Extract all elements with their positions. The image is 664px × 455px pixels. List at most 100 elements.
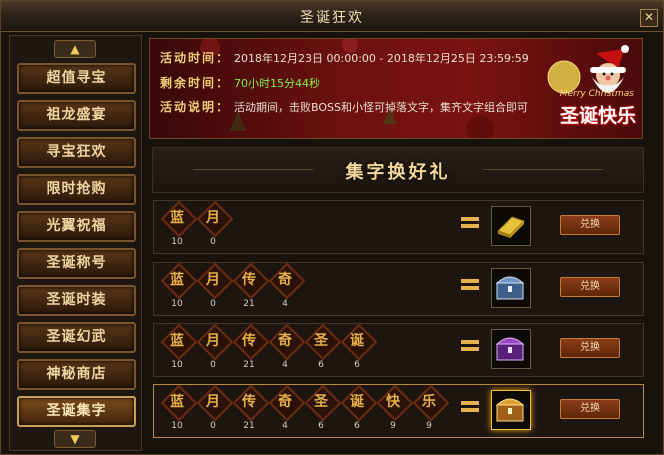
character-glyph: 蓝: [170, 272, 184, 288]
sidebar-item[interactable]: 光翼祝福: [17, 211, 136, 242]
exchange-button[interactable]: 兑换: [560, 277, 620, 297]
title-bar: 圣诞狂欢 ✕: [1, 1, 663, 32]
character-item[interactable]: 蓝 10: [160, 384, 198, 434]
section-title: 集字换好礼: [345, 162, 451, 183]
equals-icon: [461, 401, 479, 413]
silver-chest-icon[interactable]: [491, 268, 531, 308]
remaining-time-label: 剩余时间：: [160, 76, 231, 90]
scroll-down-button[interactable]: ▼: [54, 430, 96, 448]
character-glyph: 奇: [278, 333, 292, 349]
sidebar-item[interactable]: 神秘商店: [17, 359, 136, 390]
character-count: 0: [210, 237, 216, 247]
character-glyph: 月: [206, 210, 220, 226]
character-count: 21: [243, 299, 255, 309]
equals-icon: [461, 340, 479, 352]
sidebar-item[interactable]: 圣诞集字: [17, 396, 136, 427]
event-time-value: 2018年12月23日 00:00:00 - 2018年12月25日 23:59…: [234, 52, 529, 65]
character-item[interactable]: 蓝 10: [160, 200, 198, 250]
character-count: 0: [210, 421, 216, 431]
equals-icon: [461, 217, 479, 229]
sidebar-item[interactable]: 限时抢购: [17, 174, 136, 205]
character-glyph: 蓝: [170, 394, 184, 410]
event-time-label: 活动时间：: [160, 51, 231, 65]
event-desc-line: 活动说明：活动期间，击败BOSS和小怪可掉落文字，集齐文字组合即可兑换相应的奖励: [160, 98, 528, 114]
gold-chest-icon[interactable]: [491, 390, 531, 430]
character-count: 10: [171, 237, 183, 247]
sidebar-item[interactable]: 圣诞时装: [17, 285, 136, 316]
character-count: 6: [318, 360, 324, 370]
character-count: 6: [318, 421, 324, 431]
character-glyph: 月: [206, 394, 220, 410]
event-banner: 活动时间： 2018年12月23日 00:00:00 - 2018年12月25日 …: [149, 38, 643, 139]
equals-icon: [461, 279, 479, 291]
character-glyph: 传: [242, 394, 256, 410]
character-item[interactable]: 月0: [196, 323, 234, 373]
sidebar-item[interactable]: 寻宝狂欢: [17, 137, 136, 168]
exchange-row: 蓝 10 月 0 兑换: [153, 200, 644, 254]
character-glyph: 快: [386, 394, 400, 410]
character-item[interactable]: 月0: [196, 262, 234, 312]
character-item[interactable]: 奇4: [268, 262, 306, 312]
character-item[interactable]: 传 21: [232, 323, 270, 373]
character-count: 10: [171, 421, 183, 431]
character-item[interactable]: 月0: [196, 384, 234, 434]
character-item[interactable]: 传 21: [232, 262, 270, 312]
character-count: 4: [282, 421, 288, 431]
character-item[interactable]: 奇4: [268, 323, 306, 373]
scroll-up-button[interactable]: ▲: [54, 40, 96, 58]
character-item[interactable]: 诞6: [340, 384, 378, 434]
character-glyph: 诞: [350, 333, 364, 349]
exchange-button[interactable]: 兑换: [560, 338, 620, 358]
remaining-time-value: 70小时15分44秒: [234, 77, 321, 90]
merry-christmas-text: Merry Christmas: [559, 89, 634, 99]
character-glyph: 月: [206, 333, 220, 349]
character-glyph: 奇: [278, 272, 292, 288]
character-glyph: 乐: [422, 394, 436, 410]
character-glyph: 传: [242, 272, 256, 288]
exchange-button[interactable]: 兑换: [560, 215, 620, 235]
event-window: 圣诞狂欢 ✕ ▲ 超值寻宝祖龙盛宴寻宝狂欢限时抢购光翼祝福圣诞称号圣诞时装圣诞幻…: [0, 0, 664, 455]
character-item[interactable]: 蓝 10: [160, 262, 198, 312]
character-glyph: 月: [206, 272, 220, 288]
character-item[interactable]: 乐9: [412, 384, 450, 434]
sidebar-item[interactable]: 圣诞幻武: [17, 322, 136, 353]
purple-chest-icon[interactable]: [491, 329, 531, 369]
character-item[interactable]: 蓝 10: [160, 323, 198, 373]
character-item[interactable]: 诞6: [340, 323, 378, 373]
christmas-greeting: 圣诞快乐: [559, 105, 636, 127]
character-count: 10: [171, 360, 183, 370]
sidebar-nav: ▲ 超值寻宝祖龙盛宴寻宝狂欢限时抢购光翼祝福圣诞称号圣诞时装圣诞幻武神秘商店圣诞…: [9, 35, 142, 451]
character-count: 9: [426, 421, 432, 431]
character-item[interactable]: 圣6: [304, 323, 342, 373]
character-count: 21: [243, 360, 255, 370]
close-button[interactable]: ✕: [640, 9, 658, 27]
character-count: 21: [243, 421, 255, 431]
character-glyph: 蓝: [170, 210, 184, 226]
sidebar-item[interactable]: 超值寻宝: [17, 63, 136, 94]
section-header: 集字换好礼: [152, 147, 644, 193]
window-title: 圣诞狂欢: [300, 10, 364, 26]
character-item[interactable]: 月0: [196, 200, 234, 250]
gold-bar-icon[interactable]: [491, 206, 531, 246]
event-desc-value: 活动期间，击败BOSS和小怪可掉落文字，集齐文字组合即可兑换相应的奖励: [234, 101, 528, 114]
character-item[interactable]: 传 21: [232, 384, 270, 434]
character-glyph: 诞: [350, 394, 364, 410]
character-item[interactable]: 快9: [376, 384, 414, 434]
character-glyph: 圣: [314, 333, 328, 349]
remaining-time-line: 剩余时间： 70小时15分44秒: [160, 74, 320, 90]
exchange-row: 蓝 10 月 0 传 21 奇 4 圣 6 诞 6 兑换: [153, 323, 644, 377]
character-glyph: 蓝: [170, 333, 184, 349]
character-count: 6: [354, 421, 360, 431]
character-glyph: 传: [242, 333, 256, 349]
event-desc-label: 活动说明：: [160, 100, 231, 114]
character-count: 4: [282, 360, 288, 370]
character-glyph: 圣: [314, 394, 328, 410]
character-item[interactable]: 奇4: [268, 384, 306, 434]
exchange-button[interactable]: 兑换: [560, 399, 620, 419]
event-time-line: 活动时间： 2018年12月23日 00:00:00 - 2018年12月25日 …: [160, 49, 529, 65]
sidebar-item[interactable]: 祖龙盛宴: [17, 100, 136, 131]
sidebar-item[interactable]: 圣诞称号: [17, 248, 136, 279]
exchange-row: 蓝 10 月 0 传 21 奇 4 兑换: [153, 262, 644, 316]
character-item[interactable]: 圣6: [304, 384, 342, 434]
character-count: 6: [354, 360, 360, 370]
